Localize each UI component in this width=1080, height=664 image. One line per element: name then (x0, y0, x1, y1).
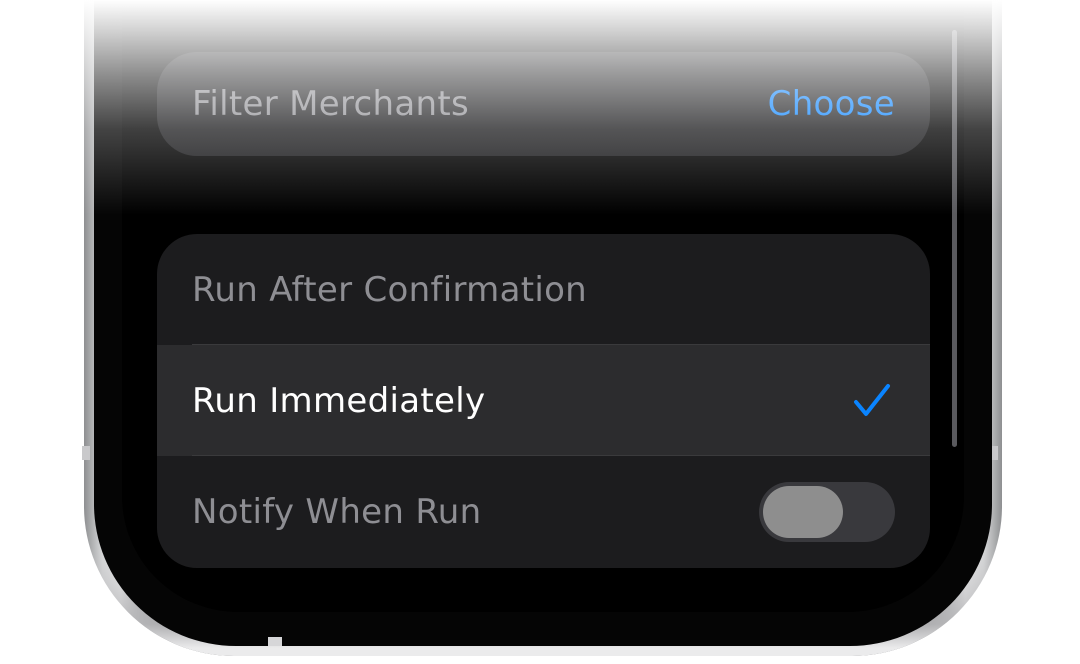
choose-button[interactable]: Choose (768, 84, 895, 124)
option-notify-when-run: Notify When Run (157, 456, 930, 567)
toggle-knob (763, 485, 843, 538)
run-options-group: Run After Confirmation Run Immediately N… (157, 234, 930, 568)
notify-toggle[interactable] (759, 481, 895, 542)
option-run-after-confirmation[interactable]: Run After Confirmation (157, 234, 930, 345)
option-run-immediately[interactable]: Run Immediately (157, 345, 930, 456)
filter-merchants-label: Filter Merchants (192, 84, 469, 124)
checkmark-icon (854, 383, 890, 416)
option-label: Run After Confirmation (192, 269, 588, 310)
scrollbar[interactable] (952, 30, 957, 447)
bottom-port-marker (268, 637, 282, 646)
filter-merchants-row[interactable]: Filter Merchants Choose (157, 52, 930, 156)
device-screenshot: Filter Merchants Choose Run After Confir… (0, 0, 1080, 664)
phone-screen: Filter Merchants Choose Run After Confir… (122, 0, 964, 612)
option-label: Run Immediately (192, 380, 486, 421)
left-side-marker (82, 446, 90, 460)
option-label: Notify When Run (192, 491, 482, 532)
